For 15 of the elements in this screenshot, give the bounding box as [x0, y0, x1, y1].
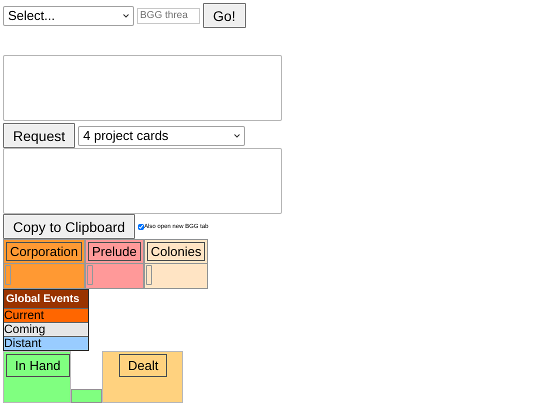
deck-button[interactable]: Prelude	[88, 242, 141, 261]
event-row[interactable]: Current	[4, 308, 88, 322]
deck-button[interactable]: Colonies	[146, 242, 206, 261]
global-events-title: Global Events	[4, 290, 88, 308]
hand-button[interactable]: Dealt	[119, 354, 168, 377]
request-button[interactable]: Request	[3, 123, 76, 148]
deck-button[interactable]: Corporation	[6, 242, 82, 261]
go-button[interactable]: Go!	[203, 3, 246, 28]
event-row[interactable]: Distant	[4, 336, 88, 350]
event-row[interactable]: Coming	[4, 322, 88, 336]
hand-button[interactable]: In Hand	[6, 354, 70, 377]
game-select[interactable]: Select...	[3, 6, 134, 26]
card-count-select[interactable]: 4 project cards	[78, 126, 246, 146]
thread-field[interactable]: BGG threa	[137, 8, 200, 24]
copy-button[interactable]: Copy to Clipboard	[3, 214, 136, 239]
